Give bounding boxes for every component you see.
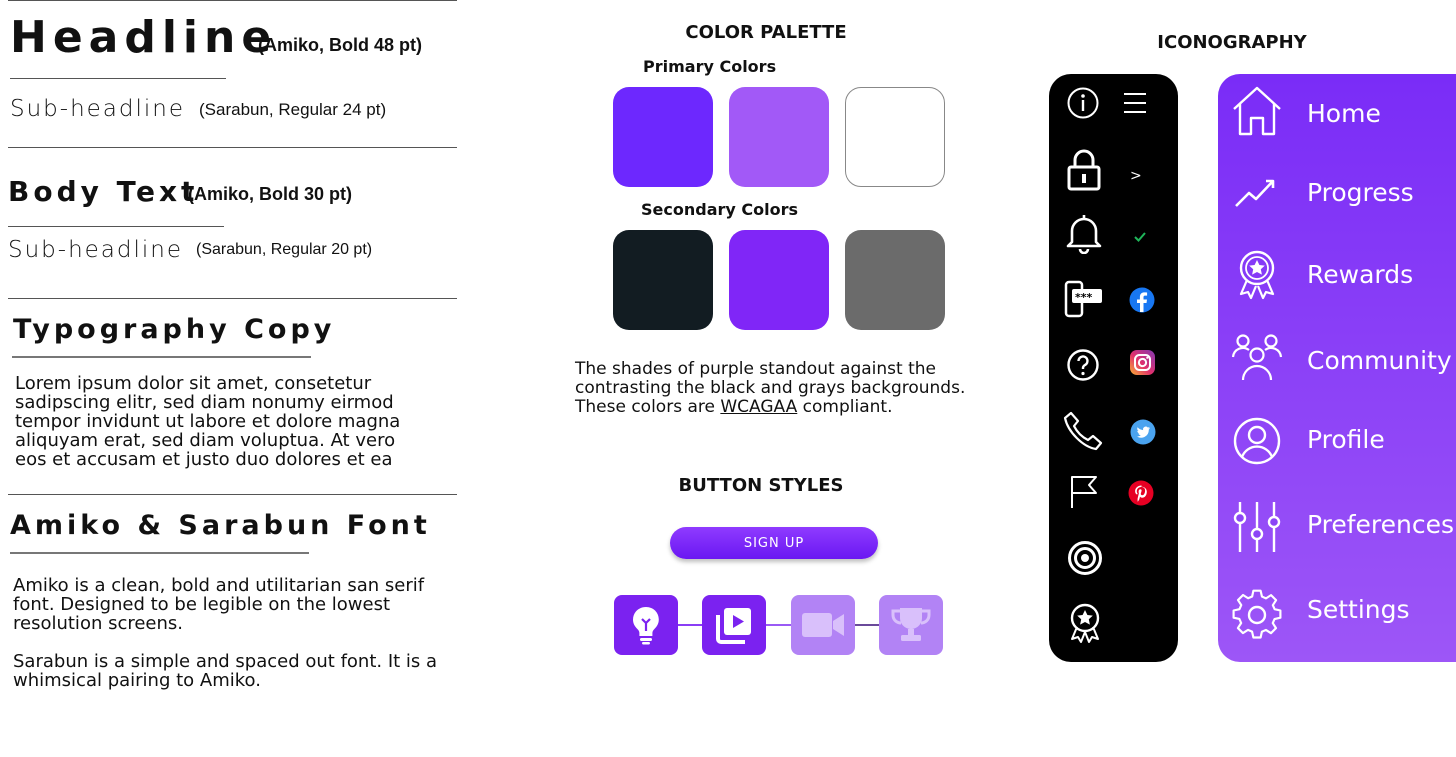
divider [8, 226, 224, 227]
step-connector [852, 624, 882, 626]
title-underline [10, 552, 309, 554]
chevron-right-icon[interactable]: > [1130, 168, 1142, 184]
step-button-idea[interactable] [614, 595, 678, 655]
primary-colors-label: Primary Colors [643, 57, 777, 76]
primary-swatch-1 [613, 87, 713, 187]
target-icon[interactable] [1067, 540, 1103, 576]
secondary-swatch-2 [729, 230, 829, 330]
menu-icon[interactable] [1121, 90, 1151, 116]
lightbulb-icon [633, 607, 659, 645]
subheadline-note-2: (Sarabun, Regular 20 pt) [196, 241, 373, 258]
divider [8, 147, 457, 148]
video-camera-icon [802, 613, 844, 637]
divider [8, 298, 457, 299]
subheadline-sample-2: Sub-headline [8, 237, 184, 263]
sign-up-button[interactable]: SIGN UP [670, 527, 878, 559]
iconography-title: ICONOGRAPHY [1157, 32, 1307, 53]
facebook-icon[interactable] [1129, 287, 1155, 313]
pinterest-icon[interactable] [1128, 480, 1154, 506]
divider [8, 494, 457, 495]
nav-label: Settings [1307, 595, 1410, 624]
color-palette-title: COLOR PALETTE [685, 22, 847, 43]
step-button-video[interactable] [702, 595, 766, 655]
nav-label: Rewards [1307, 260, 1414, 289]
sliders-icon [1233, 502, 1281, 552]
check-icon[interactable] [1133, 231, 1147, 243]
nav-label: Preferences [1307, 510, 1455, 539]
button-styles-title: BUTTON STYLES [678, 475, 844, 496]
font-paragraph-2: Sarabun is a simple and spaced out font.… [13, 651, 438, 691]
nav-label: Community [1307, 346, 1452, 375]
step-button-camera[interactable] [791, 595, 855, 655]
headline-sample: Headline [10, 12, 278, 63]
headline-note: (Amiko, Bold 48 pt) [258, 35, 423, 55]
divider [10, 78, 226, 79]
body-text-note: (Amiko, Bold 30 pt) [188, 184, 353, 204]
password-phone-icon[interactable]: *** [1064, 280, 1104, 318]
flag-icon[interactable] [1067, 474, 1101, 510]
twitter-icon[interactable] [1130, 419, 1156, 445]
rewards-icon [1239, 250, 1275, 300]
nav-label: Profile [1307, 425, 1385, 454]
nav-label: Home [1307, 99, 1381, 128]
secondary-colors-label: Secondary Colors [641, 200, 799, 219]
bell-icon[interactable] [1065, 212, 1103, 254]
secondary-swatch-1 [613, 230, 713, 330]
typography-copy-title: Typography Copy [13, 314, 336, 345]
lock-icon[interactable] [1064, 148, 1104, 192]
help-icon[interactable] [1066, 348, 1100, 382]
typography-copy-paragraph: Lorem ipsum dolor sit amet, consetetur s… [15, 373, 401, 470]
community-icon [1231, 334, 1283, 381]
info-icon[interactable] [1066, 86, 1100, 120]
font-paragraph-1: Amiko is a clean, bold and utilitarian s… [13, 575, 425, 634]
divider [8, 0, 457, 1]
settings-icon [1232, 589, 1282, 639]
step-connector [676, 624, 704, 626]
title-underline [12, 356, 311, 358]
video-library-icon [716, 608, 751, 644]
nav-label: Progress [1307, 178, 1414, 207]
body-text-sample: Body Text [8, 175, 199, 208]
profile-icon [1233, 417, 1281, 465]
subheadline-sample-1: Sub-headline [10, 96, 186, 122]
award-icon[interactable] [1067, 602, 1103, 644]
primary-swatch-2 [729, 87, 829, 187]
instagram-icon[interactable] [1129, 349, 1156, 376]
trophy-icon [891, 608, 931, 641]
font-section-title: Amiko & Sarabun Font [10, 510, 431, 541]
wcag-link[interactable]: WCAGAA [720, 397, 797, 417]
phone-icon[interactable] [1062, 410, 1106, 452]
svg-text:***: *** [1075, 291, 1093, 304]
subheadline-note-1: (Sarabun, Regular 24 pt) [199, 100, 387, 119]
trending-up-icon [1235, 179, 1275, 207]
home-icon [1233, 86, 1281, 136]
step-button-trophy[interactable] [879, 595, 943, 655]
palette-description: The shades of purple standout against th… [575, 359, 966, 417]
secondary-swatch-3 [845, 230, 945, 330]
step-connector [764, 624, 794, 626]
primary-swatch-3 [845, 87, 945, 187]
